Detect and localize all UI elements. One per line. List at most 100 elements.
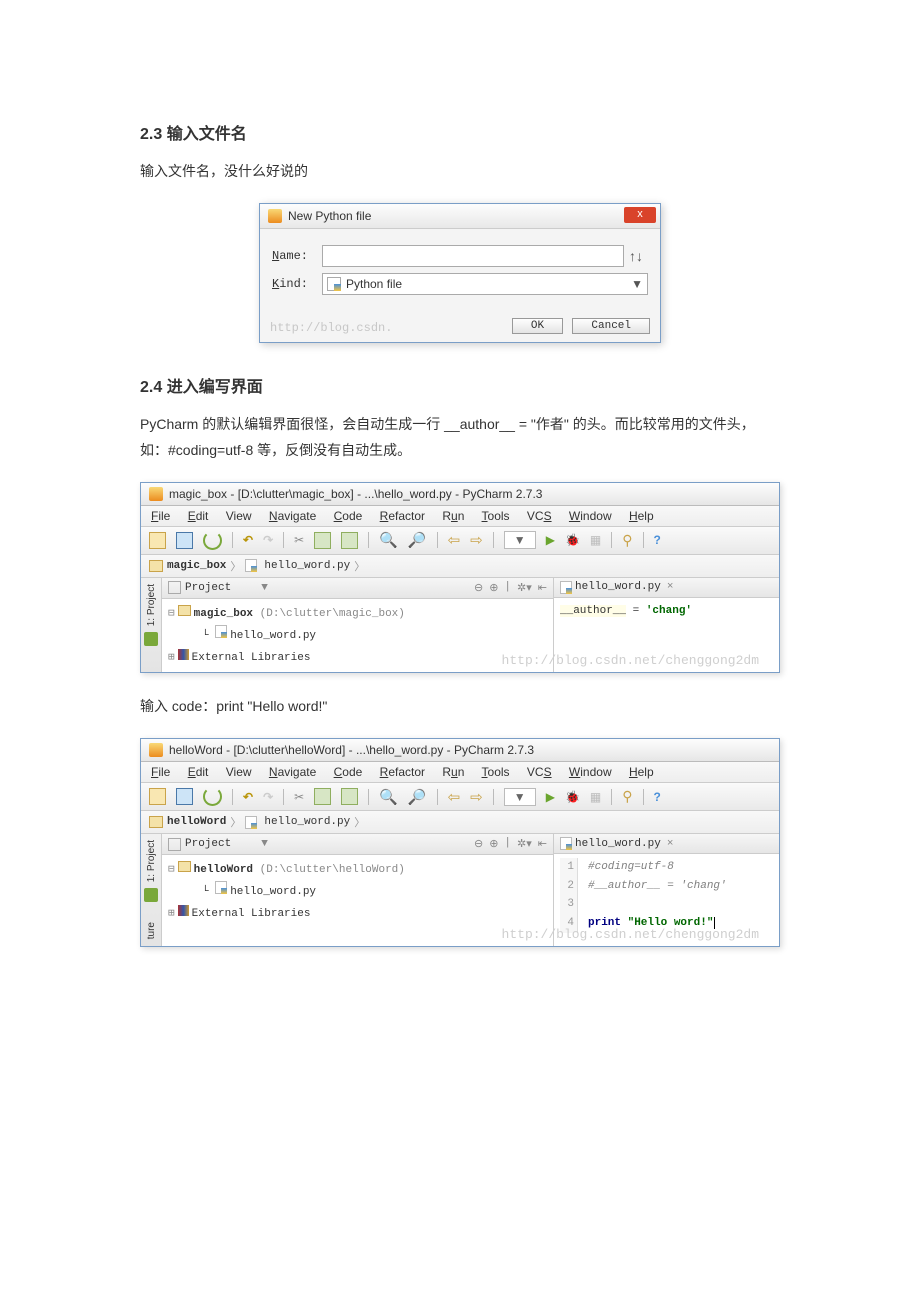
- forward-icon[interactable]: ⇨: [470, 531, 483, 549]
- refresh-icon[interactable]: [203, 787, 222, 806]
- cancel-button[interactable]: Cancel: [572, 318, 650, 334]
- close-tab-icon[interactable]: ×: [667, 838, 674, 850]
- paste-icon[interactable]: [341, 788, 358, 805]
- menu-help[interactable]: Help: [629, 765, 654, 779]
- structure-tab[interactable]: ture: [146, 920, 157, 941]
- menu-run[interactable]: Run: [442, 509, 464, 523]
- help-icon[interactable]: ?: [654, 790, 661, 804]
- open-icon[interactable]: [149, 532, 166, 549]
- tree-root[interactable]: ⊟helloWord (D:\clutter\helloWord): [168, 859, 547, 881]
- menu-edit[interactable]: Edit: [188, 765, 209, 779]
- tree-file[interactable]: └ hello_word.py: [168, 625, 547, 647]
- run-config-dropdown[interactable]: ▼: [504, 788, 536, 806]
- menu-view[interactable]: View: [226, 509, 252, 523]
- menu-window[interactable]: Window: [569, 765, 612, 779]
- project-label[interactable]: Project: [185, 582, 231, 594]
- save-icon[interactable]: [176, 788, 193, 805]
- undo-icon[interactable]: ↶: [243, 533, 253, 547]
- run-config-dropdown[interactable]: ▼: [504, 531, 536, 549]
- name-input[interactable]: [322, 245, 624, 267]
- debug-icon[interactable]: 🐞: [565, 790, 580, 804]
- replace-icon[interactable]: 🔎: [408, 788, 427, 806]
- menu-file[interactable]: File: [151, 765, 170, 779]
- replace-icon[interactable]: 🔎: [408, 531, 427, 549]
- cut-icon[interactable]: ✂: [294, 790, 304, 804]
- project-tab[interactable]: 1: Project: [146, 582, 157, 628]
- structure-icon[interactable]: ⚲: [622, 532, 632, 549]
- menu-edit[interactable]: Edit: [188, 509, 209, 523]
- breadcrumb-root[interactable]: magic_box: [167, 560, 226, 572]
- tree-ext[interactable]: ⊞External Libraries: [168, 647, 547, 669]
- find-icon[interactable]: 🔍: [379, 531, 398, 549]
- hide-icon[interactable]: ⇤: [538, 837, 547, 851]
- open-icon[interactable]: [149, 788, 166, 805]
- menu-vcs[interactable]: VCS: [527, 509, 552, 523]
- editor-content[interactable]: 1#coding=utf-8 2#__author__ = 'chang' 3 …: [554, 854, 779, 937]
- tree-root[interactable]: ⊟magic_box (D:\clutter\magic_box): [168, 603, 547, 625]
- menu-view[interactable]: View: [226, 765, 252, 779]
- menu-tools[interactable]: Tools: [482, 765, 510, 779]
- locate-icon[interactable]: ⊕: [489, 837, 498, 851]
- tree-file[interactable]: └ hello_word.py: [168, 881, 547, 903]
- editor-tab[interactable]: hello_word.py ×: [554, 578, 779, 598]
- cut-icon[interactable]: ✂: [294, 533, 304, 547]
- copy-icon[interactable]: [314, 532, 331, 549]
- redo-icon[interactable]: ↷: [263, 790, 273, 804]
- editor-tab[interactable]: hello_word.py ×: [554, 834, 779, 854]
- gutter-icon[interactable]: [144, 632, 158, 646]
- breadcrumb-root[interactable]: helloWord: [167, 816, 226, 828]
- chevron-down-icon[interactable]: ▼: [261, 838, 268, 850]
- gear-icon[interactable]: ✲▾: [517, 581, 532, 595]
- back-icon[interactable]: ⇦: [448, 788, 461, 806]
- gear-icon[interactable]: ✲▾: [517, 837, 532, 851]
- close-tab-icon[interactable]: ×: [667, 581, 674, 593]
- separator: [493, 789, 494, 805]
- project-pane: Project ▼ ⊖ ⊕ | ✲▾ ⇤ ⊟magic_box (D:\clut…: [162, 578, 554, 673]
- chevron-down-icon[interactable]: ▼: [261, 582, 268, 594]
- close-icon[interactable]: x: [624, 207, 656, 223]
- editor-content[interactable]: __author__ = 'chang': [554, 598, 779, 625]
- refresh-icon[interactable]: [203, 531, 222, 550]
- back-icon[interactable]: ⇦: [448, 531, 461, 549]
- project-label[interactable]: Project: [185, 838, 231, 850]
- undo-icon[interactable]: ↶: [243, 790, 253, 804]
- menu-code[interactable]: Code: [334, 765, 363, 779]
- updown-icon[interactable]: ↑↓: [624, 248, 648, 264]
- debug-icon[interactable]: 🐞: [565, 533, 580, 547]
- project-tab[interactable]: 1: Project: [146, 838, 157, 884]
- paste-icon[interactable]: [341, 532, 358, 549]
- run-icon[interactable]: ▶: [546, 790, 555, 804]
- menu-run[interactable]: Run: [442, 765, 464, 779]
- menu-vcs[interactable]: VCS: [527, 765, 552, 779]
- hide-icon[interactable]: ⇤: [538, 581, 547, 595]
- menu-file[interactable]: File: [151, 509, 170, 523]
- coverage-icon[interactable]: ▦: [590, 790, 601, 804]
- menu-refactor[interactable]: Refactor: [380, 765, 425, 779]
- ok-button[interactable]: OK: [512, 318, 563, 334]
- find-icon[interactable]: 🔍: [379, 788, 398, 806]
- menu-help[interactable]: Help: [629, 509, 654, 523]
- kind-dropdown[interactable]: Python file ▼: [322, 273, 648, 295]
- structure-icon[interactable]: ⚲: [622, 788, 632, 805]
- breadcrumb-file[interactable]: hello_word.py: [264, 560, 350, 572]
- menu-window[interactable]: Window: [569, 509, 612, 523]
- collapse-icon[interactable]: ⊖: [474, 837, 483, 851]
- forward-icon[interactable]: ⇨: [470, 788, 483, 806]
- copy-icon[interactable]: [314, 788, 331, 805]
- redo-icon[interactable]: ↷: [263, 533, 273, 547]
- gutter-icon[interactable]: [144, 888, 158, 902]
- collapse-icon[interactable]: ⊖: [474, 581, 483, 595]
- tree-ext[interactable]: ⊞External Libraries: [168, 903, 547, 925]
- menu-navigate[interactable]: Navigate: [269, 509, 316, 523]
- menu-refactor[interactable]: Refactor: [380, 509, 425, 523]
- menu-navigate[interactable]: Navigate: [269, 765, 316, 779]
- help-icon[interactable]: ?: [654, 533, 661, 547]
- locate-icon[interactable]: ⊕: [489, 581, 498, 595]
- breadcrumb-file[interactable]: hello_word.py: [264, 816, 350, 828]
- menu-code[interactable]: Code: [334, 509, 363, 523]
- project-tree: ⊟helloWord (D:\clutter\helloWord) └ hell…: [162, 855, 553, 929]
- save-icon[interactable]: [176, 532, 193, 549]
- menu-tools[interactable]: Tools: [482, 509, 510, 523]
- run-icon[interactable]: ▶: [546, 533, 555, 547]
- coverage-icon[interactable]: ▦: [590, 533, 601, 547]
